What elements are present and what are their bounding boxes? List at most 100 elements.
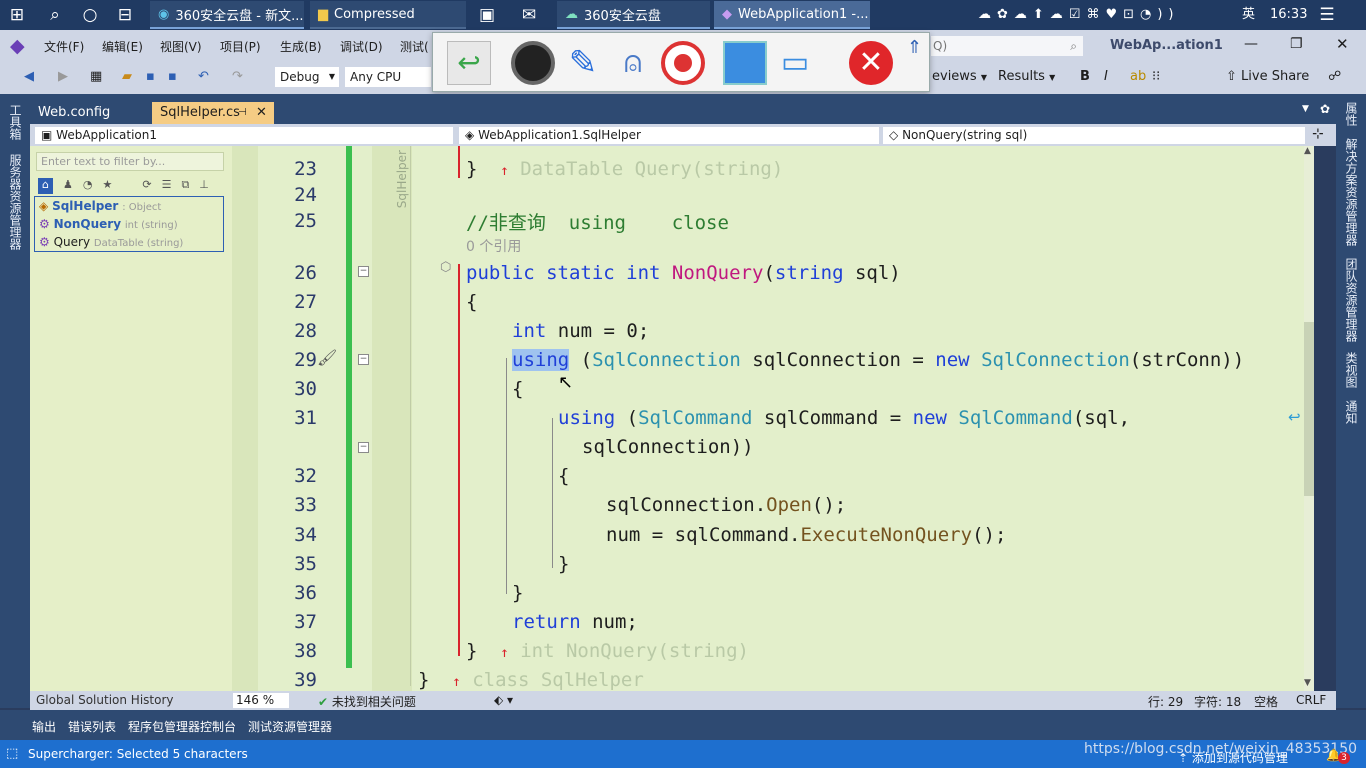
team-explorer-tab[interactable]: 团队资源管理器 <box>1343 258 1360 342</box>
new-project-icon[interactable]: ▦ <box>90 67 102 87</box>
global-solution-history[interactable]: Global Solution History <box>36 693 173 707</box>
tab-sqlhelper[interactable]: SqlHelper.cs ⊣ ✕ <box>152 102 274 124</box>
toolbox-tab[interactable]: 工具箱 <box>7 104 24 140</box>
maximize-button[interactable]: ❐ <box>1290 36 1303 52</box>
reference-count[interactable]: 0 个引用 <box>466 236 521 256</box>
scrollbar-thumb[interactable] <box>1304 322 1314 496</box>
scroll-up-icon[interactable]: ▲ <box>1304 146 1311 156</box>
vertical-scrollbar[interactable]: ▲ ▼ <box>1304 146 1314 691</box>
pen-icon[interactable]: ✎ <box>561 41 605 85</box>
taskbar-item-360-doc[interactable]: ◉ 360安全云盘 - 新文... <box>150 1 304 29</box>
record-button[interactable] <box>661 41 705 85</box>
user-computer-icon[interactable]: ⍝ <box>611 41 655 85</box>
tab-overflow-icon[interactable]: ▼ <box>1302 104 1309 114</box>
format-icon[interactable]: ⁝⁝ <box>1152 67 1160 87</box>
collapse-toggle[interactable]: − <box>358 442 369 453</box>
code-editor[interactable]: SqlHelper 23 24 25 26 27 28 29 30 31 32 … <box>232 146 1314 691</box>
menu-view[interactable]: 视图(V) <box>160 38 202 55</box>
issues-indicator[interactable]: ✔ 未找到相关问题 <box>318 693 416 710</box>
refresh-icon[interactable]: ⟳ <box>142 178 151 194</box>
list-icon[interactable]: ☰ <box>162 178 172 194</box>
reviews-button[interactable]: eviews ▼ <box>932 67 987 88</box>
open-folder-icon[interactable]: ▰ <box>122 67 132 87</box>
collapse-icon[interactable]: ⇑ <box>907 37 922 58</box>
search-icon[interactable]: ⌕ <box>44 4 66 26</box>
return-icon[interactable]: ↩ <box>447 41 491 85</box>
italic-button[interactable]: I <box>1104 67 1108 87</box>
highlight-icon[interactable]: ab <box>1130 67 1146 87</box>
tab-web-config[interactable]: Web.config <box>30 102 148 124</box>
filter-input[interactable]: Enter text to filter by... <box>36 152 224 171</box>
member-dropdown[interactable]: ◇ NonQuery(string sql) <box>882 126 1306 145</box>
home-icon[interactable]: ⌂ <box>38 178 53 194</box>
task-view-icon[interactable]: ⊟ <box>114 4 136 26</box>
menu-edit[interactable]: 编辑(E) <box>102 38 143 55</box>
pin-icon[interactable]: ⊣ <box>238 102 247 124</box>
menu-file[interactable]: 文件(F) <box>44 38 84 55</box>
tray-icons[interactable]: ☁✿☁⬆☁☑⌘♥⊡◔)) <box>978 5 1179 25</box>
list-item[interactable]: ⚙ NonQuery int (string) <box>39 217 178 231</box>
line-indicator[interactable]: 行: 29 <box>1148 693 1183 710</box>
platform-dropdown[interactable]: Any CPU <box>344 66 432 88</box>
cortana-icon[interactable]: ○ <box>79 4 101 26</box>
live-share-button[interactable]: ⇧ Live Share <box>1226 67 1309 87</box>
windows-start-icon[interactable]: ⊞ <box>6 4 28 26</box>
zoom-dropdown[interactable]: 146 % <box>232 692 290 709</box>
close-recorder-icon[interactable]: ✕ <box>849 41 893 85</box>
save-icon[interactable]: ▪ <box>146 67 155 87</box>
source-control-button[interactable]: ⇡ 添加到源代码管理 <box>1178 749 1288 766</box>
copy-icon[interactable]: ⧉ <box>181 178 189 194</box>
user-icon[interactable]: ♟ <box>63 178 73 194</box>
scroll-down-icon[interactable]: ▼ <box>1304 678 1311 688</box>
menu-debug[interactable]: 调试(D) <box>340 38 383 55</box>
ime-indicator[interactable]: 英 <box>1242 5 1255 25</box>
close-tab-icon[interactable]: ✕ <box>256 102 267 124</box>
brush-dropdown-icon[interactable]: ⬖ ▾ <box>494 693 513 707</box>
mail-icon[interactable]: ✉ <box>518 4 540 26</box>
menu-project[interactable]: 项目(P) <box>220 38 261 55</box>
collapse-toggle[interactable]: − <box>358 266 369 277</box>
paintbrush-icon[interactable]: 🖌 <box>317 348 337 367</box>
solution-explorer-tab[interactable]: 解决方案资源管理器 <box>1343 138 1360 246</box>
column-indicator[interactable]: 字符: 18 <box>1194 693 1241 710</box>
search-box[interactable]: Q) ⌕ <box>930 35 1084 57</box>
star-icon[interactable]: ★ <box>102 178 112 194</box>
notification-icon[interactable]: ☰ <box>1316 4 1338 26</box>
settings-icon[interactable]: ✿ <box>1320 102 1330 116</box>
bold-button[interactable]: B <box>1080 67 1090 87</box>
config-dropdown[interactable]: Debug ▼ <box>274 66 340 88</box>
monitor-dropdown-icon[interactable]: ▭ <box>773 41 817 85</box>
forward-icon[interactable]: ▶ <box>58 67 68 87</box>
undo-icon[interactable]: ↶ <box>198 67 209 87</box>
camera-icon[interactable] <box>511 41 555 85</box>
save-all-icon[interactable]: ▪ <box>168 67 177 87</box>
line-ending-indicator[interactable]: CRLF <box>1296 693 1326 707</box>
pin-icon[interactable]: ⊥ <box>199 178 209 194</box>
indent-indicator[interactable]: 空格 <box>1254 693 1278 710</box>
notifications-tab[interactable]: 通知 <box>1343 400 1360 424</box>
project-dropdown[interactable]: ▣ WebApplication1 <box>34 126 454 145</box>
clock-icon[interactable]: ◔ <box>83 178 93 194</box>
list-item[interactable]: ⚙ Query DataTable (string) <box>39 235 183 249</box>
minimize-button[interactable]: — <box>1244 36 1258 52</box>
tab-output[interactable]: 输出 <box>32 718 56 735</box>
taskbar-item-visual-studio[interactable]: ◆ WebApplication1 -... <box>714 1 870 29</box>
tab-test-explorer[interactable]: 测试资源管理器 <box>248 718 332 735</box>
properties-tab[interactable]: 属性 <box>1343 102 1360 126</box>
class-view-tab[interactable]: 类视图 <box>1343 352 1360 388</box>
store-icon[interactable]: ▣ <box>476 4 498 26</box>
account-icon[interactable]: ☍ <box>1328 67 1341 87</box>
tab-package-manager[interactable]: 程序包管理器控制台 <box>128 718 236 735</box>
split-icon[interactable]: ⊹ <box>1312 126 1324 142</box>
clock[interactable]: 16:33 <box>1270 5 1307 25</box>
list-item[interactable]: ◈ SqlHelper : Object <box>39 199 161 213</box>
tab-error-list[interactable]: 错误列表 <box>68 718 116 735</box>
screen-icon[interactable] <box>723 41 767 85</box>
close-button[interactable]: ✕ <box>1336 35 1349 53</box>
redo-icon[interactable]: ↷ <box>232 67 243 87</box>
taskbar-item-360-cloud[interactable]: ☁ 360安全云盘 <box>557 1 710 29</box>
collapse-toggle[interactable]: − <box>358 354 369 365</box>
taskbar-item-compressed[interactable]: ▆ Compressed <box>310 1 466 29</box>
server-explorer-tab[interactable]: 服务器资源管理器 <box>7 154 24 250</box>
class-dropdown[interactable]: ◈ WebApplication1.SqlHelper <box>458 126 880 145</box>
